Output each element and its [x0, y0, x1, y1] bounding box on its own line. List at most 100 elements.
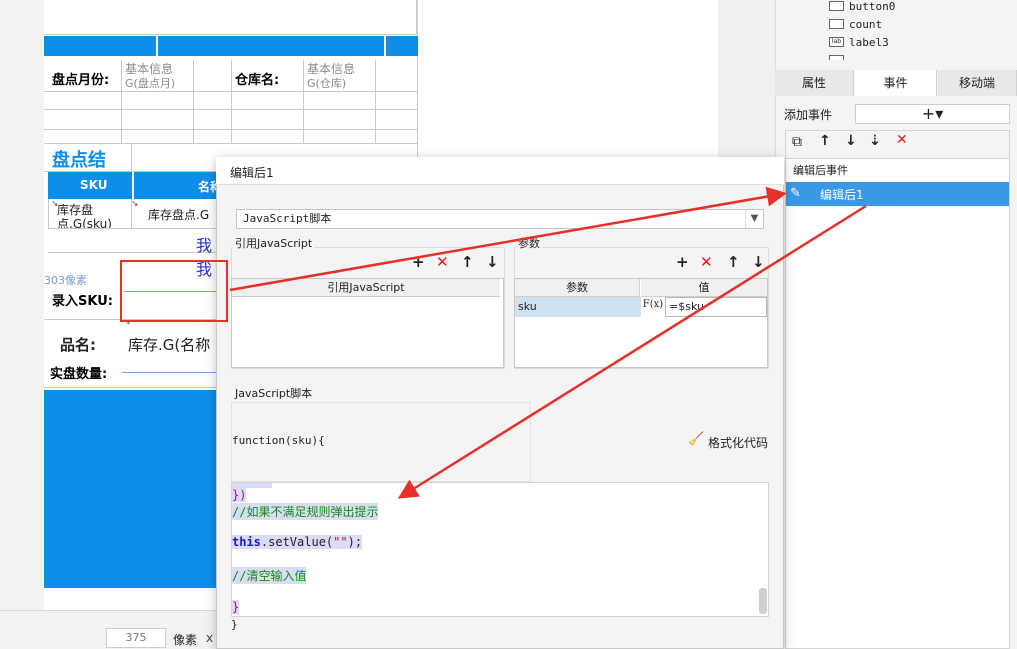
move-down-icon[interactable]: ↓ — [845, 133, 857, 149]
tab-mobile[interactable]: 移动端 — [938, 70, 1017, 96]
reference-js-column: 引用JavaScript — [232, 279, 500, 297]
delete-icon[interactable]: ✕ — [896, 132, 908, 148]
code-keyword: this — [232, 535, 261, 549]
warehouse-hint: 基本信息 — [307, 62, 356, 76]
script-type-select[interactable]: JavaScript脚本 — [236, 209, 764, 229]
result-title: 盘点结 — [52, 150, 106, 171]
add-event-button[interactable]: +▾ — [855, 104, 1010, 124]
move-up-icon[interactable]: ↑ — [461, 253, 474, 271]
report-cell[interactable] — [44, 0, 417, 35]
event-item-label: 编辑后1 — [820, 188, 864, 202]
dialog-title: 编辑后1 — [230, 166, 274, 180]
delete-icon[interactable]: ✕ — [700, 253, 713, 271]
sku-cell-text: 库存盘点.G(sku) — [57, 203, 112, 229]
code-method: .setValue( — [260, 535, 334, 549]
report-cell[interactable] — [194, 130, 232, 144]
warehouse-hint-field: G(仓库) — [307, 77, 347, 90]
params-name-column: 参数 — [515, 279, 640, 297]
editor-scrollbar[interactable] — [759, 588, 767, 614]
report-cell[interactable] — [304, 92, 376, 110]
zoom-input[interactable]: 375 — [106, 628, 166, 648]
param-value-input[interactable]: =$sku — [665, 297, 767, 317]
tree-item-button0[interactable]: button0 — [849, 0, 895, 13]
function-closing: } — [231, 618, 238, 631]
month-hint-field: G(盘点月) — [125, 77, 176, 90]
report-cell[interactable] — [232, 130, 304, 144]
report-cell[interactable] — [232, 110, 304, 130]
code-line: }) — [232, 488, 247, 502]
code-string: "" — [333, 535, 348, 549]
annotation-highlight-box — [120, 260, 228, 322]
format-code-button[interactable]: 格式化代码 — [708, 434, 768, 451]
report-cell[interactable] — [44, 92, 122, 110]
month-label: 盘点月份: — [52, 73, 110, 88]
report-cell[interactable] — [376, 130, 418, 144]
report-cell[interactable] — [376, 110, 418, 130]
report-cell[interactable] — [376, 92, 418, 110]
move-down-icon[interactable]: ↓ — [752, 253, 765, 271]
tree-item-label3[interactable]: label3 — [849, 36, 889, 49]
sku-cell[interactable]: 库存盘点.G(sku) — [48, 199, 132, 229]
report-cell[interactable] — [194, 92, 232, 110]
event-list — [785, 158, 1010, 649]
params-title: 参数 — [516, 235, 542, 251]
report-cell[interactable] — [232, 92, 304, 110]
expand-marker: ↘ — [51, 199, 59, 209]
tab-properties[interactable]: 属性 — [775, 70, 854, 96]
report-cell[interactable] — [122, 130, 194, 144]
report-cell[interactable] — [122, 110, 194, 130]
report-cell[interactable] — [194, 110, 232, 130]
move-up-icon[interactable]: ↑ — [727, 253, 740, 271]
move-down-icon[interactable]: ↓ — [486, 253, 499, 271]
header-band[interactable] — [44, 36, 156, 56]
code-line: } — [232, 600, 240, 614]
param-name-cell[interactable]: sku — [515, 297, 641, 317]
report-cell[interactable] — [194, 60, 232, 92]
report-cell[interactable] — [304, 110, 376, 130]
unit-label: 像素 — [173, 633, 198, 647]
js-section-title: JavaScript脚本 — [233, 385, 315, 401]
report-cell[interactable] — [122, 92, 194, 110]
name-cell-text: 库存盘点.G — [148, 208, 210, 222]
unit-close-icon[interactable]: x — [206, 631, 213, 645]
tree-item-count[interactable]: count — [849, 18, 882, 31]
report-cell[interactable] — [304, 130, 376, 144]
sku-input-label: 录入SKU: — [52, 294, 113, 309]
copy-icon[interactable]: ⧉ — [792, 134, 802, 150]
move-bottom-icon[interactable]: ⇣ — [869, 133, 881, 149]
code-line: this.setValue(""); — [232, 535, 363, 549]
quantity-label: 实盘数量: — [50, 367, 108, 382]
header-band[interactable] — [386, 36, 418, 56]
function-signature: function(sku){ — [232, 434, 325, 447]
delete-icon[interactable]: ✕ — [436, 253, 449, 271]
label-icon: lab — [829, 37, 844, 47]
params-value-column: 值 — [641, 279, 767, 297]
reference-js-title: 引用JavaScript — [233, 235, 315, 251]
move-up-icon[interactable]: ↑ — [819, 133, 831, 149]
broom-icon[interactable]: 🧹 — [688, 432, 704, 447]
pencil-icon: ✎ — [790, 186, 801, 201]
report-cell[interactable] — [376, 60, 418, 92]
expand-marker: ↘ — [131, 199, 139, 209]
month-hint: 基本信息 — [125, 62, 174, 76]
report-cell[interactable] — [44, 130, 122, 144]
add-event-label: 添加事件 — [784, 108, 833, 122]
chevron-down-icon[interactable]: ▼ — [745, 210, 763, 228]
event-group-title: 编辑后事件 — [793, 164, 848, 177]
add-icon[interactable]: + — [412, 253, 425, 271]
tab-events[interactable]: 事件 — [855, 70, 937, 96]
header-band[interactable] — [158, 36, 384, 56]
report-cell[interactable] — [44, 110, 122, 130]
code-line: //清空输入值 — [232, 567, 307, 584]
sku-header-label: SKU — [80, 178, 108, 192]
formula-icon[interactable]: F(x) — [642, 297, 664, 317]
code-end: ); — [347, 535, 363, 549]
add-icon[interactable]: + — [676, 253, 689, 271]
textbox-icon — [829, 55, 844, 60]
dialog-titlebar[interactable] — [216, 157, 784, 185]
canvas-left-margin — [0, 0, 44, 610]
quantity-input-widget[interactable] — [122, 372, 222, 373]
code-line: //如果不满足规则弹出提示 — [232, 503, 379, 520]
textbox-icon — [829, 19, 844, 29]
button-icon — [829, 1, 844, 11]
